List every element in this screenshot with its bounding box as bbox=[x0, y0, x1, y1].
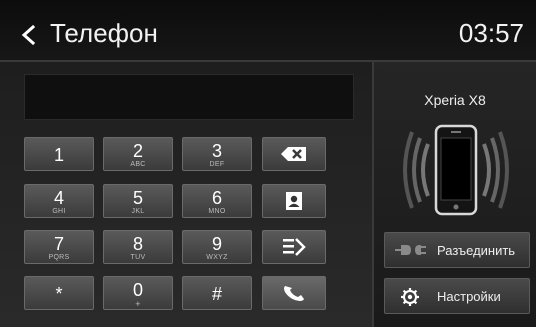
key-7[interactable]: 7 PQRS bbox=[24, 230, 94, 264]
key-4[interactable]: 4 GHI bbox=[24, 184, 94, 218]
settings-button[interactable]: Настройки bbox=[384, 278, 530, 314]
number-display[interactable] bbox=[24, 74, 354, 120]
key-letters: TUV bbox=[130, 254, 146, 261]
key-digit: 9 bbox=[211, 234, 222, 254]
settings-label: Настройки bbox=[437, 289, 501, 304]
key-letters: DEF bbox=[209, 161, 225, 168]
key-8[interactable]: 8 TUV bbox=[103, 230, 173, 264]
key-digit: * bbox=[55, 284, 63, 304]
key-digit: 2 bbox=[132, 141, 143, 161]
device-panel: Xperia X8 Разъединить Настройки bbox=[374, 62, 536, 327]
top-bar: Телефон 03:57 bbox=[0, 0, 536, 62]
back-button[interactable] bbox=[18, 24, 40, 46]
contacts-button[interactable] bbox=[262, 184, 326, 218]
key-digit: 1 bbox=[53, 145, 64, 165]
plug-disconnect-icon bbox=[395, 245, 426, 255]
backspace-icon bbox=[281, 147, 306, 161]
key-letters: ABC bbox=[130, 161, 146, 168]
call-log-button[interactable] bbox=[262, 230, 326, 264]
key-letters: WXYZ bbox=[206, 254, 228, 261]
key-3[interactable]: 3 DEF bbox=[182, 137, 252, 171]
backspace-button[interactable] bbox=[262, 137, 326, 171]
call-button[interactable] bbox=[262, 276, 326, 310]
page-title: Телефон bbox=[50, 18, 158, 48]
call-log-icon bbox=[283, 238, 306, 256]
key-letters: + bbox=[135, 299, 141, 309]
key-letters: PQRS bbox=[48, 254, 70, 261]
disconnect-button[interactable]: Разъединить bbox=[384, 232, 530, 268]
key-digit: 6 bbox=[211, 188, 222, 208]
call-icon bbox=[284, 286, 304, 301]
disconnect-label: Разъединить bbox=[437, 243, 516, 258]
key-letters: MNO bbox=[208, 208, 226, 215]
gear-icon bbox=[401, 288, 419, 306]
clock: 03:57 bbox=[458, 18, 524, 48]
key-digit: 4 bbox=[53, 188, 64, 208]
connected-phone-icon bbox=[403, 124, 509, 216]
key-digit: 8 bbox=[132, 234, 143, 254]
key-letters: GHI bbox=[52, 208, 66, 215]
chevron-left-icon bbox=[21, 24, 36, 46]
key-hash[interactable]: # bbox=[182, 276, 252, 310]
dialer-panel: 1 2 ABC 3 DEF 4 GHI 5 JKL 6 MNO 7 PQRS 8… bbox=[0, 62, 372, 327]
key-5[interactable]: 5 JKL bbox=[103, 184, 173, 218]
key-0[interactable]: 0 + bbox=[103, 276, 173, 310]
key-9[interactable]: 9 WXYZ bbox=[182, 230, 252, 264]
key-digit: 7 bbox=[53, 234, 64, 254]
key-2[interactable]: 2 ABC bbox=[103, 137, 173, 171]
contacts-icon bbox=[286, 192, 302, 210]
key-1[interactable]: 1 bbox=[24, 137, 94, 171]
key-letters: JKL bbox=[131, 208, 145, 215]
phone-app: Телефон 03:57 1 2 ABC 3 DEF 4 GHI 5 JKL … bbox=[0, 0, 536, 327]
key-6[interactable]: 6 MNO bbox=[182, 184, 252, 218]
key-digit: 3 bbox=[211, 141, 222, 161]
key-digit: # bbox=[211, 284, 222, 304]
key-digit: 5 bbox=[132, 188, 143, 208]
key-digit: 0 bbox=[132, 280, 143, 300]
key-star[interactable]: * bbox=[24, 276, 94, 310]
device-name: Xperia X8 bbox=[424, 92, 486, 108]
